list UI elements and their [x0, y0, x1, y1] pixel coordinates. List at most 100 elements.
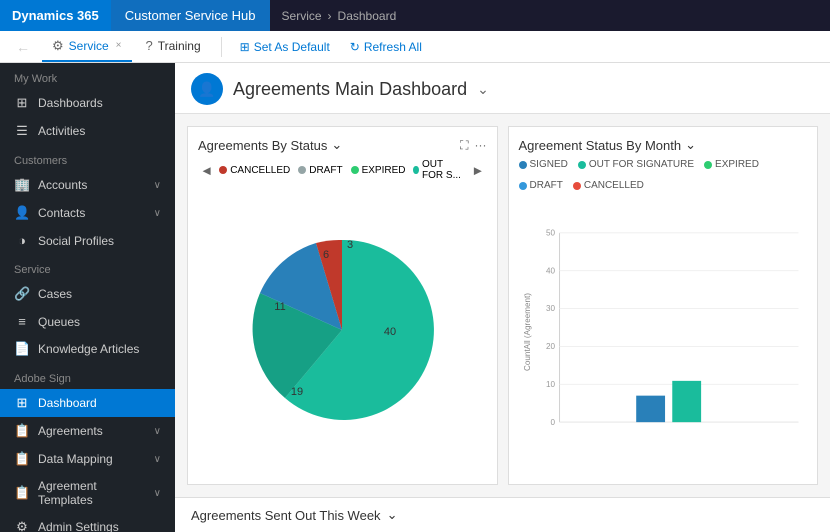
bar-chart-container: CountAll (Agreement) 0 10 20 30 40 [519, 199, 808, 474]
svg-text:10: 10 [546, 380, 556, 389]
sidebar-item-activities[interactable]: ☰ Activities [0, 117, 175, 145]
contacts-arrow: ∨ [154, 208, 161, 219]
legend-draft: DRAFT [298, 165, 342, 176]
breadcrumb-dashboard: Dashboard [338, 9, 397, 23]
y-axis-label: CountAll (Agreement) [522, 293, 531, 371]
legend-out-sig-label: OUT FOR SIGNATURE [589, 159, 694, 170]
pie-label-6: 6 [323, 249, 329, 261]
sidebar: My Work ⊞ Dashboards ☰ Activities Custom… [0, 63, 175, 532]
chart-more-icon[interactable]: ··· [475, 138, 487, 153]
knowledge-label: Knowledge Articles [38, 342, 139, 356]
dashboard-avatar-icon: 👤 [198, 81, 215, 98]
sidebar-item-dashboard[interactable]: ⊞ Dashboard [0, 389, 175, 417]
sidebar-item-contacts[interactable]: 👤 Contacts ∨ [0, 199, 175, 227]
svg-text:40: 40 [546, 266, 556, 275]
social-profiles-label: Social Profiles [38, 234, 114, 248]
breadcrumb-sep: › [328, 9, 332, 23]
chart-expand-icon[interactable]: ⛶ [460, 138, 468, 153]
pie-chart-svg: 40 19 11 6 3 [242, 230, 442, 430]
chart-by-month-title: Agreement Status By Month ⌄ [519, 137, 697, 153]
back-button[interactable]: ← [8, 35, 38, 59]
legend-out-for-sig: OUT FOR SIGNATURE [578, 159, 694, 170]
agreements-label: Agreements [38, 424, 103, 438]
sidebar-item-dashboards[interactable]: ⊞ Dashboards [0, 89, 175, 117]
breadcrumb-service: Service [282, 9, 322, 23]
refresh-button[interactable]: ↻ Refresh All [342, 37, 430, 57]
legend-expired-dot [351, 166, 359, 174]
bottom-dropdown-arrow[interactable]: ⌄ [387, 507, 398, 523]
charts-row: Agreements By Status ⌄ ⛶ ··· ◄ CANCELLED [175, 114, 830, 497]
legend-out-label: OUT FOR S... [422, 159, 465, 181]
sidebar-item-queues[interactable]: ≡ Queues [0, 308, 175, 335]
bottom-title: Agreements Sent Out This Week [191, 508, 381, 523]
chart-by-month-dropdown[interactable]: ⌄ [685, 137, 696, 153]
tab-service[interactable]: ⚙ Service × [42, 31, 132, 62]
cases-label: Cases [38, 287, 72, 301]
section-customers: Customers [0, 145, 175, 171]
agreement-templates-icon: 📋 [14, 485, 30, 501]
agreement-templates-label: Agreement Templates [38, 479, 154, 507]
sidebar-item-data-mapping[interactable]: 📋 Data Mapping ∨ [0, 445, 175, 473]
legend-bar-expired: EXPIRED [704, 159, 759, 170]
service-tab-icon: ⚙ [52, 38, 64, 54]
dashboard-title: Agreements Main Dashboard [233, 79, 467, 100]
agreements-arrow: ∨ [154, 426, 161, 437]
legend-bar-expired-dot [704, 161, 712, 169]
legend-bar-cancelled-dot [573, 182, 581, 190]
dynamics-nav[interactable]: Dynamics 365 [0, 0, 111, 31]
pie-label-19: 19 [291, 386, 303, 398]
bar-signed [636, 396, 665, 423]
bar-chart-legend: SIGNED OUT FOR SIGNATURE EXPIRED DRAFT [519, 159, 808, 191]
agreements-by-status-chart: Agreements By Status ⌄ ⛶ ··· ◄ CANCELLED [187, 126, 498, 485]
service-tab-label: Service [69, 39, 109, 53]
legend-bar-draft: DRAFT [519, 180, 563, 191]
legend-expired-label: EXPIRED [362, 165, 406, 176]
dynamics-label: Dynamics 365 [12, 8, 99, 23]
legend-next-button[interactable]: ► [469, 163, 486, 178]
accounts-icon: 🏢 [14, 177, 30, 193]
admin-settings-label: Admin Settings [38, 520, 119, 532]
legend-signed: SIGNED [519, 159, 568, 170]
accounts-label: Accounts [38, 178, 87, 192]
chart-by-status-dropdown[interactable]: ⌄ [331, 137, 342, 153]
legend-out-sig-dot [578, 161, 586, 169]
sidebar-item-agreements[interactable]: 📋 Agreements ∨ [0, 417, 175, 445]
sidebar-item-knowledge-articles[interactable]: 📄 Knowledge Articles [0, 335, 175, 363]
activities-label: Activities [38, 124, 85, 138]
svg-text:20: 20 [546, 342, 556, 351]
service-tab-close[interactable]: × [116, 40, 122, 51]
tab-training[interactable]: ? Training [136, 31, 211, 62]
contacts-icon: 👤 [14, 205, 30, 221]
content-area: 👤 Agreements Main Dashboard ⌄ Agreements… [175, 63, 830, 532]
hub-nav[interactable]: Customer Service Hub [111, 0, 270, 31]
chart-by-month-title-text: Agreement Status By Month [519, 138, 682, 153]
legend-prev-button[interactable]: ◄ [198, 163, 215, 178]
section-service: Service [0, 254, 175, 280]
legend-expired: EXPIRED [351, 165, 406, 176]
legend-bar-expired-label: EXPIRED [715, 159, 759, 170]
dashboards-label: Dashboards [38, 96, 103, 110]
sidebar-item-social-profiles[interactable]: ◑ Social Profiles [0, 227, 175, 254]
legend-signed-dot [519, 161, 527, 169]
hub-label: Customer Service Hub [125, 8, 256, 23]
social-profiles-icon: ◑ [14, 233, 30, 248]
agreement-templates-arrow: ∨ [154, 488, 161, 499]
dashboard-header: 👤 Agreements Main Dashboard ⌄ [175, 63, 830, 114]
accounts-arrow: ∨ [154, 180, 161, 191]
sidebar-item-cases[interactable]: 🔗 Cases [0, 280, 175, 308]
queues-icon: ≡ [14, 314, 30, 329]
sidebar-item-admin-settings[interactable]: ⚙ Admin Settings [0, 513, 175, 532]
legend-draft-label: DRAFT [309, 165, 342, 176]
legend-cancelled-label: CANCELLED [230, 165, 290, 176]
chart-by-status-title-text: Agreements By Status [198, 138, 327, 153]
agreement-status-by-month-chart: Agreement Status By Month ⌄ SIGNED OUT F… [508, 126, 819, 485]
dashboard-dropdown-arrow[interactable]: ⌄ [477, 81, 489, 98]
chart-by-status-title: Agreements By Status ⌄ [198, 137, 342, 153]
set-default-button[interactable]: ⊞ Set As Default [232, 37, 338, 57]
training-tab-label: Training [158, 39, 201, 53]
toolbar: ← ⚙ Service × ? Training ⊞ Set As Defaul… [0, 31, 830, 63]
sidebar-item-agreement-templates[interactable]: 📋 Agreement Templates ∨ [0, 473, 175, 513]
legend-out-dot [413, 166, 419, 174]
sidebar-item-accounts[interactable]: 🏢 Accounts ∨ [0, 171, 175, 199]
agreements-icon: 📋 [14, 423, 30, 439]
